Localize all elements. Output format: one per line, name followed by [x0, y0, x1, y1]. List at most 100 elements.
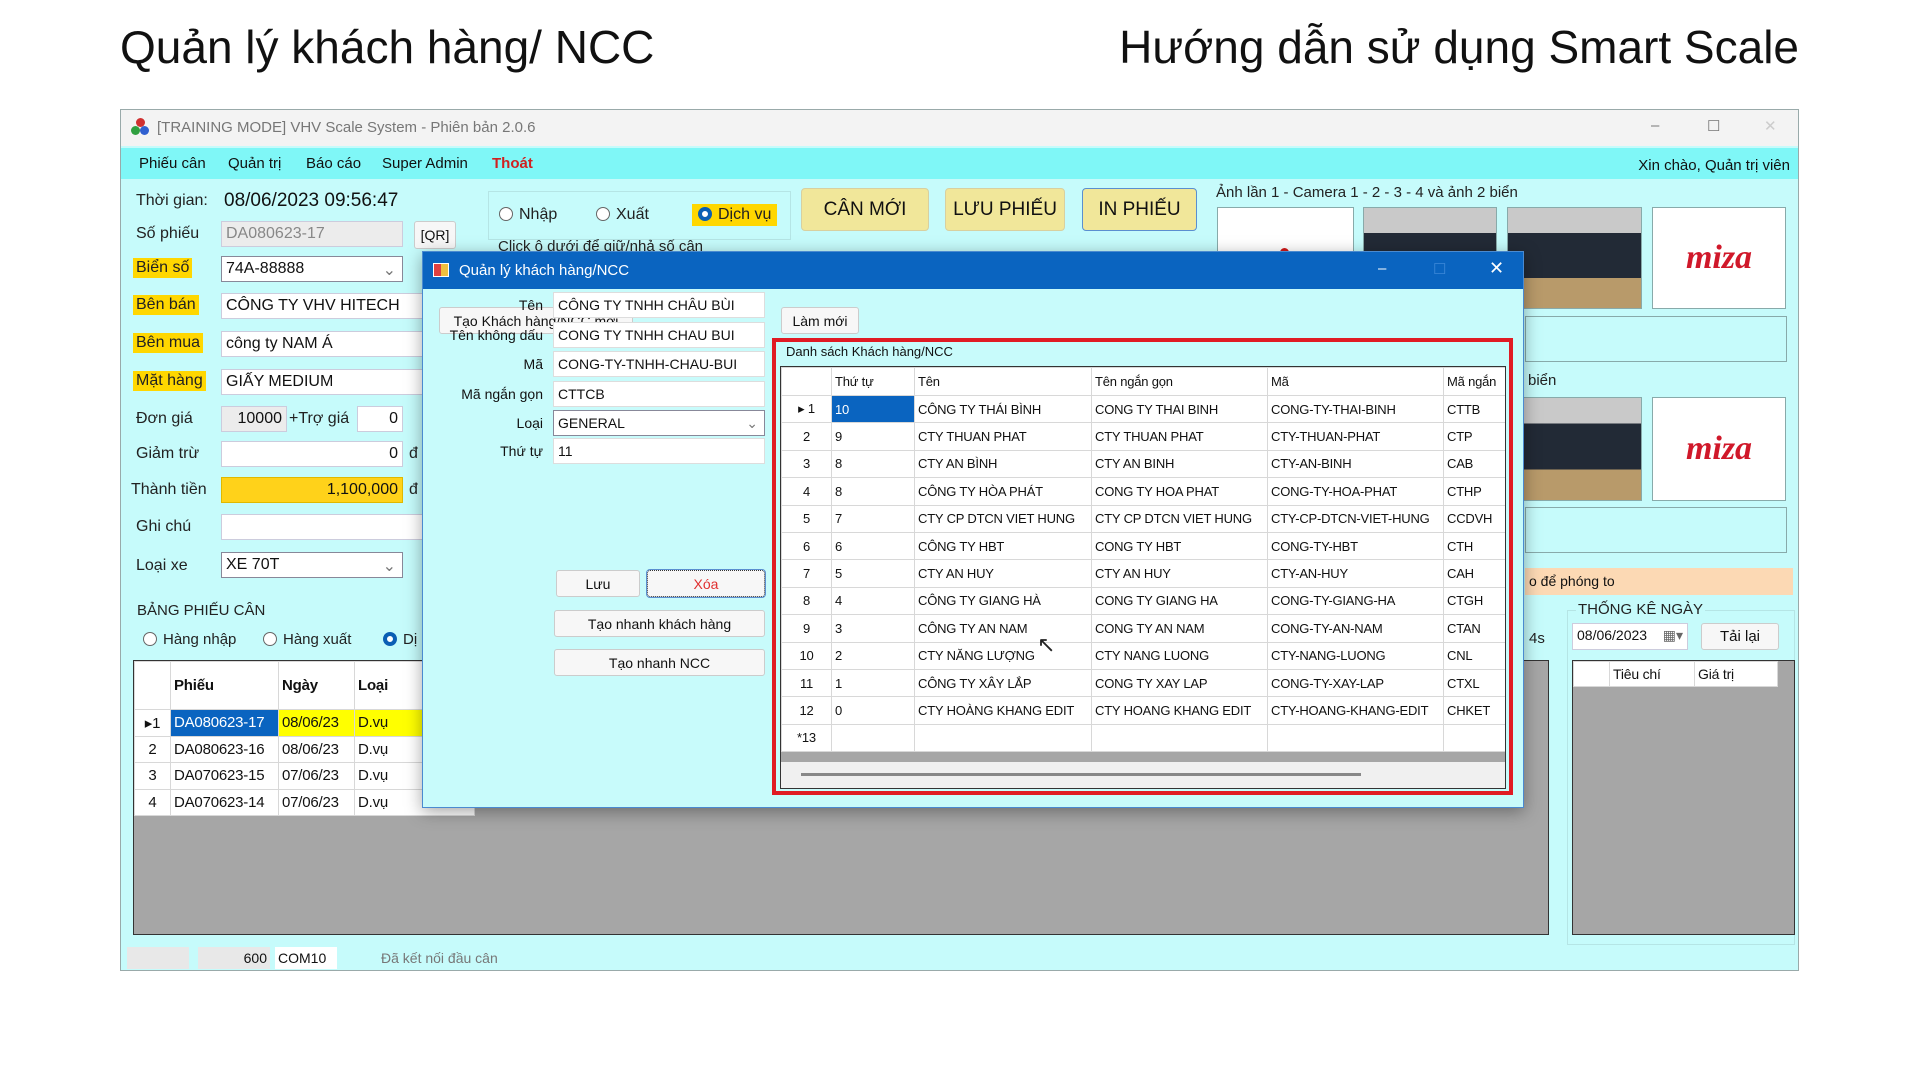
table-cell[interactable]: CÔNG TY XÂY LẮP: [914, 668, 1092, 698]
row-header[interactable]: 3: [781, 449, 832, 479]
table-cell[interactable]: CTY-AN-BINH: [1267, 449, 1444, 479]
table-cell[interactable]: [1267, 723, 1444, 753]
stats-grid[interactable]: Tiêu chí Giá trị: [1572, 660, 1795, 935]
filter-import[interactable]: Hàng nhập: [143, 631, 236, 648]
row-header[interactable]: *13: [781, 723, 832, 753]
table-cell[interactable]: 8: [831, 477, 915, 506]
menu-super-admin[interactable]: Super Admin: [382, 155, 468, 172]
deduct-field[interactable]: 0: [221, 441, 403, 467]
table-cell[interactable]: CONG TY AN NAM: [1091, 614, 1268, 643]
field-input[interactable]: CONG TY TNHH CHAU BUI: [553, 322, 765, 348]
table-cell[interactable]: [831, 723, 915, 753]
table-row[interactable]: 4 8 CÔNG TY HÒA PHÁT CONG TY HOA PHAT CONG-T…: [781, 477, 1505, 506]
table-cell[interactable]: CTHP: [1443, 477, 1505, 506]
seller-field[interactable]: CÔNG TY VHV HITECH: [221, 293, 431, 319]
mode-import[interactable]: Nhập: [499, 206, 557, 224]
table-cell[interactable]: CÔNG TY THÁI BÌNH: [914, 394, 1092, 424]
refresh-button[interactable]: Làm mới: [781, 307, 859, 334]
table-cell[interactable]: CTY HOANG KHANG EDIT: [1091, 696, 1268, 725]
table-cell[interactable]: CTP: [1443, 422, 1505, 451]
table-cell[interactable]: 5: [831, 559, 915, 588]
column-header[interactable]: Tên: [914, 367, 1092, 396]
camera-3-image[interactable]: [1507, 207, 1642, 309]
row-header[interactable]: ▸1: [134, 709, 171, 737]
table-cell[interactable]: CTY AN HUY: [1091, 559, 1268, 588]
plate-image-2[interactable]: miza: [1652, 397, 1786, 501]
row-header[interactable]: 7: [781, 559, 832, 588]
new-weigh-button[interactable]: CÂN MỚI: [801, 188, 929, 231]
quick-create-supplier-button[interactable]: Tạo nhanh NCC: [554, 649, 765, 676]
filter-export[interactable]: Hàng xuất: [263, 631, 351, 648]
quick-create-customer-button[interactable]: Tạo nhanh khách hàng: [554, 610, 765, 637]
filter-service[interactable]: Dị: [383, 631, 417, 648]
column-header[interactable]: [1573, 661, 1610, 687]
table-cell[interactable]: DA070623-14: [170, 788, 279, 816]
close-button[interactable]: ✕: [1764, 117, 1777, 135]
print-ticket-button[interactable]: IN PHIẾU: [1082, 188, 1197, 231]
table-cell[interactable]: CÔNG TY HÒA PHÁT: [914, 477, 1092, 506]
row-header[interactable]: 11: [781, 668, 832, 698]
table-cell[interactable]: CÔNG TY HBT: [914, 531, 1092, 561]
table-row[interactable]: 5 7 CTY CP DTCN VIET HUNG CTY CP DTCN VIET …: [781, 504, 1505, 533]
table-cell[interactable]: CONG-TY-XAY-LAP: [1267, 668, 1444, 698]
table-cell[interactable]: [1091, 723, 1268, 753]
table-cell[interactable]: [914, 723, 1092, 753]
dialog-minimize-button[interactable]: –: [1378, 260, 1386, 277]
save-button[interactable]: Lưu: [556, 570, 640, 597]
table-cell[interactable]: CTY CP DTCN VIET HUNG: [1091, 504, 1268, 533]
table-cell[interactable]: 08/06/23: [278, 735, 355, 763]
table-cell[interactable]: DA080623-17: [170, 709, 279, 737]
table-row[interactable]: *13: [781, 723, 1505, 753]
table-cell[interactable]: 6: [831, 531, 915, 561]
table-cell[interactable]: 9: [831, 422, 915, 451]
ticket-number-field[interactable]: DA080623-17: [221, 221, 403, 247]
table-row[interactable]: 9 3 CÔNG TY AN NAM CONG TY AN NAM CONG-TY-AN…: [781, 614, 1505, 643]
stats-date-picker[interactable]: 08/06/2023 ▦▾: [1572, 623, 1688, 650]
mode-service[interactable]: Dịch vụ: [692, 204, 778, 226]
table-cell[interactable]: 07/06/23: [278, 762, 355, 790]
field-input[interactable]: GENERAL ⌄: [553, 410, 765, 436]
table-cell[interactable]: CTY-NANG-LUONG: [1267, 641, 1444, 670]
table-cell[interactable]: 1: [831, 668, 915, 698]
table-row[interactable]: ▸ 1 10 CÔNG TY THÁI BÌNH CONG TY THAI BINH C…: [781, 394, 1505, 424]
field-input[interactable]: CÔNG TY TNHH CHÂU BÙI: [553, 292, 765, 318]
table-row[interactable]: 12 0 CTY HOÀNG KHANG EDIT CTY HOANG KHANG E…: [781, 696, 1505, 725]
table-cell[interactable]: CONG TY THAI BINH: [1091, 394, 1268, 424]
minimize-button[interactable]: –: [1651, 117, 1659, 134]
row-header[interactable]: 6: [781, 531, 832, 561]
table-cell[interactable]: CTY-THUAN-PHAT: [1267, 422, 1444, 451]
mode-export[interactable]: Xuất: [596, 206, 649, 224]
table-cell[interactable]: 0: [831, 696, 915, 725]
table-cell[interactable]: CTY AN BÌNH: [914, 449, 1092, 479]
table-cell[interactable]: 4: [831, 586, 915, 616]
table-cell[interactable]: CTH: [1443, 531, 1505, 561]
row-header[interactable]: 2: [781, 422, 832, 451]
table-cell[interactable]: [1443, 723, 1505, 753]
table-row[interactable]: 6 6 CÔNG TY HBT CONG TY HBT CONG-TY-HBT CTH: [781, 531, 1505, 561]
table-cell[interactable]: CAH: [1443, 559, 1505, 588]
table-cell[interactable]: CTY-AN-HUY: [1267, 559, 1444, 588]
table-cell[interactable]: DA080623-16: [170, 735, 279, 763]
column-header[interactable]: Mã ngắn: [1443, 367, 1505, 396]
plate-select[interactable]: 74A-88888 ⌄: [221, 256, 403, 282]
column-header[interactable]: Giá trị: [1694, 661, 1778, 687]
field-input[interactable]: CTTCB: [553, 381, 765, 407]
table-cell[interactable]: CONG-TY-GIANG-HA: [1267, 586, 1444, 616]
menu-bao-cao[interactable]: Báo cáo: [306, 155, 361, 172]
horizontal-scrollbar[interactable]: [781, 762, 1505, 788]
row-header[interactable]: 5: [781, 504, 832, 533]
table-cell[interactable]: CTY-CP-DTCN-VIET-HUNG: [1267, 504, 1444, 533]
column-header[interactable]: Tiêu chí: [1609, 661, 1695, 687]
camera-4-image[interactable]: [1507, 397, 1642, 501]
table-row[interactable]: 2 9 CTY THUAN PHAT CTY THUAN PHAT CTY-THUAN-…: [781, 422, 1505, 451]
table-cell[interactable]: CTXL: [1443, 668, 1505, 698]
row-header[interactable]: 8: [781, 586, 832, 616]
table-cell[interactable]: 3: [831, 614, 915, 643]
row-header[interactable]: 4: [134, 788, 171, 816]
table-cell[interactable]: 8: [831, 449, 915, 479]
table-cell[interactable]: CONG TY GIANG HA: [1091, 586, 1268, 616]
price-field[interactable]: 10000: [221, 406, 287, 432]
menu-exit[interactable]: Thoát: [492, 155, 533, 172]
row-header[interactable]: 2: [134, 735, 171, 763]
table-cell[interactable]: CTY NĂNG LƯỢNG: [914, 641, 1092, 670]
